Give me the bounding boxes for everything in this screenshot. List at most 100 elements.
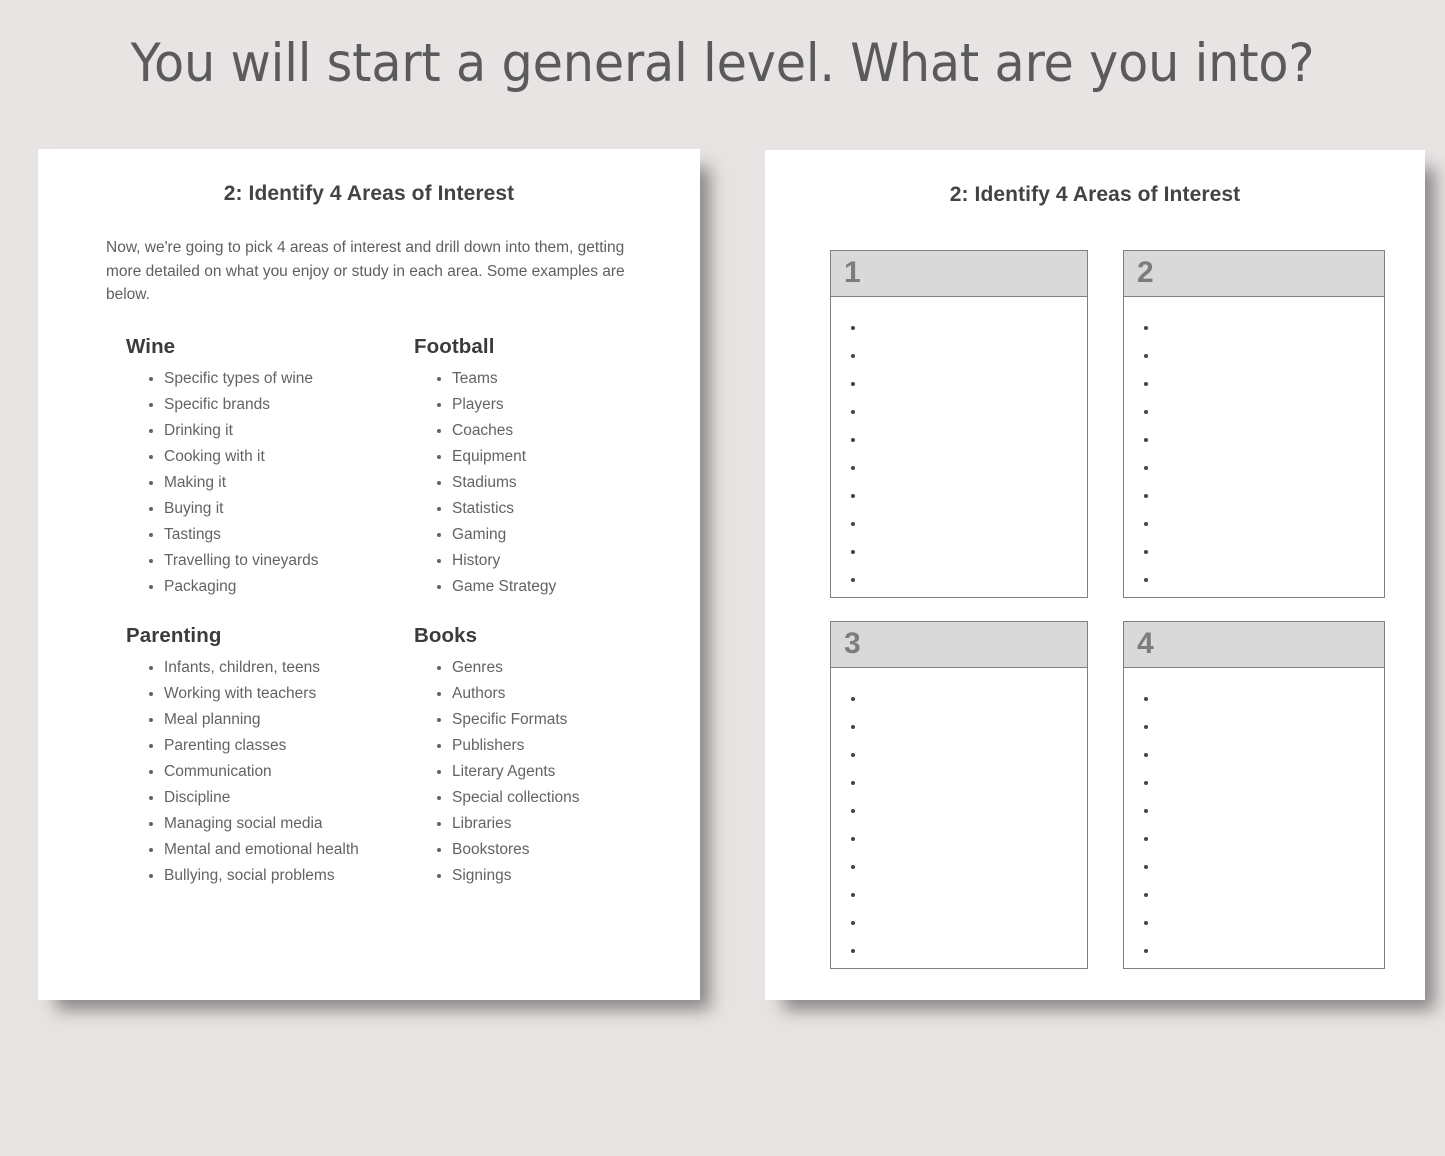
list-item[interactable] xyxy=(831,826,1087,854)
list-item[interactable] xyxy=(831,567,1087,595)
list-item[interactable] xyxy=(1124,371,1384,399)
list-item[interactable] xyxy=(1124,399,1384,427)
interest-box-3[interactable]: 3 xyxy=(830,621,1088,969)
wine-list: Specific types of wine Specific brands D… xyxy=(126,366,414,600)
box-number-label: 3 xyxy=(844,626,861,660)
list-item[interactable] xyxy=(831,455,1087,483)
example-columns-row-1: Wine Specific types of wine Specific bra… xyxy=(38,335,700,600)
left-slide-card: 2: Identify 4 Areas of Interest Now, we'… xyxy=(38,149,700,1000)
list-item: Specific types of wine xyxy=(126,366,414,392)
list-item[interactable] xyxy=(831,854,1087,882)
list-item: History xyxy=(414,548,674,574)
books-list: Genres Authors Specific Formats Publishe… xyxy=(414,655,674,889)
right-slide-card: 2: Identify 4 Areas of Interest 1 2 3 4 xyxy=(765,150,1425,1000)
list-item: Specific Formats xyxy=(414,707,674,733)
list-item[interactable] xyxy=(1124,343,1384,371)
list-item: Making it xyxy=(126,470,414,496)
interest-box-2-list xyxy=(1124,315,1384,595)
intro-paragraph: Now, we're going to pick 4 areas of inte… xyxy=(106,239,625,303)
interest-box-4[interactable]: 4 xyxy=(1123,621,1385,969)
list-item[interactable] xyxy=(831,427,1087,455)
list-item[interactable] xyxy=(831,343,1087,371)
interest-box-4-body[interactable] xyxy=(1124,668,1384,968)
interest-box-2-header: 2 xyxy=(1124,251,1384,297)
interest-box-2[interactable]: 2 xyxy=(1123,250,1385,598)
list-item[interactable] xyxy=(831,742,1087,770)
interest-box-1-header: 1 xyxy=(831,251,1087,297)
list-item: Equipment xyxy=(414,444,674,470)
box-number-label: 2 xyxy=(1137,255,1154,289)
list-item: Teams xyxy=(414,366,674,392)
list-item[interactable] xyxy=(1124,567,1384,595)
list-item: Genres xyxy=(414,655,674,681)
list-item[interactable] xyxy=(831,882,1087,910)
interest-box-2-body[interactable] xyxy=(1124,297,1384,597)
list-item[interactable] xyxy=(831,910,1087,938)
interest-box-1[interactable]: 1 xyxy=(830,250,1088,598)
list-item: Bullying, social problems xyxy=(126,863,414,889)
list-item: Buying it xyxy=(126,496,414,522)
list-item: Travelling to vineyards xyxy=(126,548,414,574)
list-item[interactable] xyxy=(1124,770,1384,798)
list-item: Game Strategy xyxy=(414,574,674,600)
list-item[interactable] xyxy=(831,938,1087,966)
list-item[interactable] xyxy=(831,686,1087,714)
box-number-label: 1 xyxy=(844,255,861,289)
interest-box-3-header: 3 xyxy=(831,622,1087,668)
list-item: Managing social media xyxy=(126,811,414,837)
interest-box-4-header: 4 xyxy=(1124,622,1384,668)
column-heading-wine: Wine xyxy=(126,334,176,358)
column-heading-football: Football xyxy=(414,334,495,358)
left-card-title: 2: Identify 4 Areas of Interest xyxy=(223,182,515,205)
example-column-books: Books Genres Authors Specific Formats Pu… xyxy=(414,624,674,889)
list-item: Players xyxy=(414,392,674,418)
interest-box-3-body[interactable] xyxy=(831,668,1087,968)
list-item[interactable] xyxy=(1124,910,1384,938)
right-card-title: 2: Identify 4 Areas of Interest xyxy=(949,183,1241,206)
list-item[interactable] xyxy=(1124,742,1384,770)
parenting-list: Infants, children, teens Working with te… xyxy=(126,655,414,889)
list-item: Working with teachers xyxy=(126,681,414,707)
list-item[interactable] xyxy=(831,714,1087,742)
list-item[interactable] xyxy=(1124,798,1384,826)
list-item[interactable] xyxy=(831,798,1087,826)
interest-boxes-grid: 1 2 3 4 xyxy=(765,250,1425,969)
list-item: Gaming xyxy=(414,522,674,548)
list-item[interactable] xyxy=(831,371,1087,399)
list-item[interactable] xyxy=(1124,938,1384,966)
example-column-football: Football Teams Players Coaches Equipment… xyxy=(414,335,674,600)
list-item[interactable] xyxy=(1124,511,1384,539)
list-item: Signings xyxy=(414,863,674,889)
list-item[interactable] xyxy=(831,315,1087,343)
example-column-parenting: Parenting Infants, children, teens Worki… xyxy=(126,624,414,889)
list-item: Parenting classes xyxy=(126,733,414,759)
list-item[interactable] xyxy=(1124,882,1384,910)
list-item[interactable] xyxy=(831,770,1087,798)
list-item[interactable] xyxy=(1124,714,1384,742)
list-item: Packaging xyxy=(126,574,414,600)
list-item: Specific brands xyxy=(126,392,414,418)
list-item[interactable] xyxy=(831,399,1087,427)
list-item[interactable] xyxy=(831,483,1087,511)
list-item[interactable] xyxy=(1124,427,1384,455)
list-item: Discipline xyxy=(126,785,414,811)
list-item[interactable] xyxy=(831,511,1087,539)
list-item[interactable] xyxy=(1124,483,1384,511)
list-item: Special collections xyxy=(414,785,674,811)
list-item[interactable] xyxy=(831,539,1087,567)
list-item[interactable] xyxy=(1124,315,1384,343)
list-item[interactable] xyxy=(1124,826,1384,854)
list-item[interactable] xyxy=(1124,539,1384,567)
list-item[interactable] xyxy=(1124,455,1384,483)
list-item[interactable] xyxy=(1124,686,1384,714)
list-item: Bookstores xyxy=(414,837,674,863)
interest-box-1-list xyxy=(831,315,1087,595)
list-item: Cooking with it xyxy=(126,444,414,470)
example-column-wine: Wine Specific types of wine Specific bra… xyxy=(126,335,414,600)
list-item: Stadiums xyxy=(414,470,674,496)
interest-box-1-body[interactable] xyxy=(831,297,1087,597)
list-item: Drinking it xyxy=(126,418,414,444)
list-item: Literary Agents xyxy=(414,759,674,785)
list-item[interactable] xyxy=(1124,854,1384,882)
slide-title: You will start a general level. What are… xyxy=(130,33,1315,94)
